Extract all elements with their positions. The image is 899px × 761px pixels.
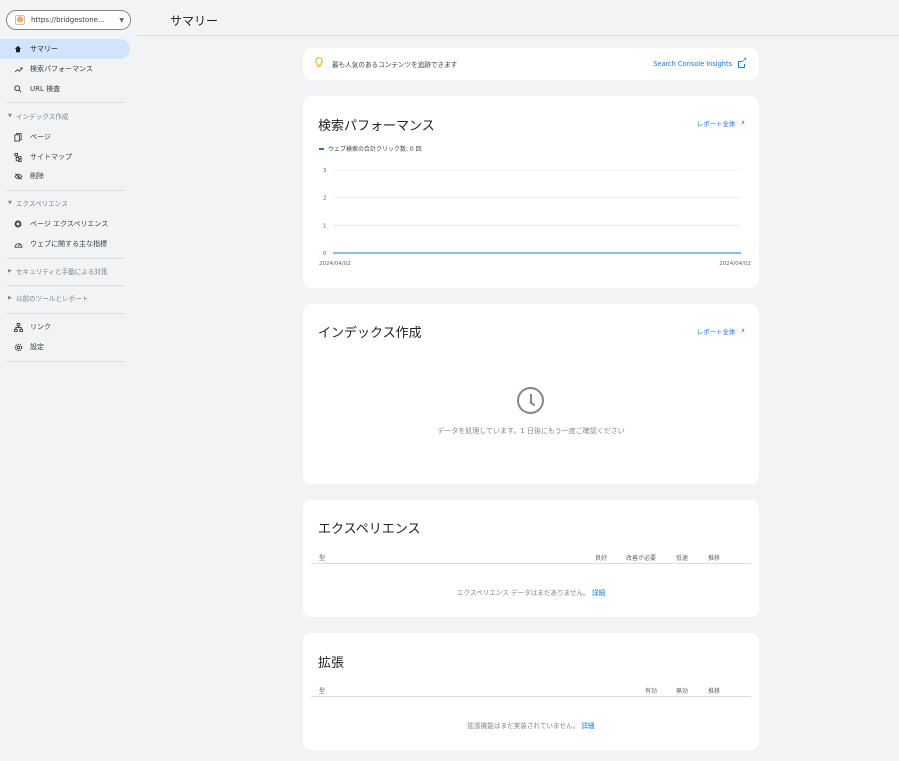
sidebar-divider [6,258,125,259]
sidebar-item-label: ウェブに関する主な指標 [30,240,107,248]
sitemap-icon [13,152,23,162]
sidebar: ☻ https://bridgestone... ▼ サマリー 検索パフォーマン… [0,0,137,761]
section-index[interactable]: ▼ インデックス作成 [0,109,125,123]
experience-title: エクスペリエンス [318,522,421,537]
sidebar-divider [6,190,125,191]
insights-link-label: Search Console Insights [653,60,732,68]
page-title: サマリー [170,14,219,28]
sidebar-item-core-web-vitals[interactable]: ウェブに関する主な指標 [0,234,130,254]
empty-message-text: 拡張機能はまだ実装されていません。 [467,722,580,730]
pages-icon [13,132,23,142]
column-header: 有効 [645,688,658,695]
settings-icon [13,343,23,352]
y-tick-label: 3 [323,168,327,174]
section-label: セキュリティと手動による対策 [15,268,108,276]
lightbulb-icon [315,57,323,71]
sidebar-item-url-inspection[interactable]: URL 検査 [0,79,130,99]
details-link[interactable]: 詳細 [592,589,605,597]
open-in-new-icon [738,57,747,68]
plus-circle-icon [13,220,23,228]
property-url: https://bridgestone... [31,16,105,24]
section-legacy[interactable]: ▶ 以前のツールとレポート [0,291,125,305]
sidebar-item-sitemaps[interactable]: サイトマップ [0,147,130,167]
eye-off-icon [13,172,23,180]
sidebar-item-links[interactable]: リンク [0,317,130,337]
home-icon [13,45,23,53]
column-header: 改善が必要 [626,555,657,562]
column-header: 無効 [676,688,689,695]
report-link-label: レポート全体 [696,327,736,336]
sidebar-divider [6,102,125,103]
sidebar-item-label: ページ エクスペリエンス [30,220,109,228]
sidebar-item-label: URL 検査 [30,85,61,93]
search-icon [13,85,23,93]
chevron-right-icon: ▶ [8,268,12,274]
sidebar-item-performance[interactable]: 検索パフォーマンス [0,59,130,79]
indexing-title: インデックス作成 [318,326,422,341]
section-security[interactable]: ▶ セキュリティと手動による対策 [0,264,125,278]
sidebar-item-summary[interactable]: サマリー [0,39,130,59]
sidebar-divider [6,313,125,314]
sidebar-divider [6,285,125,286]
column-header: 型 [319,555,326,562]
sidebar-item-label: サマリー [30,45,58,53]
chevron-down-icon: ▼ [8,113,12,119]
search-console-insights-link[interactable]: Search Console Insights [653,57,747,69]
enhancements-title: 拡張 [318,656,345,671]
sidebar-item-label: リンク [30,323,51,331]
y-tick-label: 0 [323,251,327,257]
y-tick-label: 1 [323,223,327,229]
experience-table-header: 型 良好 改善が必要 低速 推移 [311,550,751,564]
section-experience[interactable]: ▼ エクスペリエンス [0,196,125,210]
performance-chart: 3 2 1 0 2024/04/02 2024/04/02 [319,168,751,267]
links-icon [13,322,23,332]
column-header: 型 [319,688,326,695]
column-header: 推移 [708,555,721,562]
x-tick-label: 2024/04/02 [319,261,351,267]
section-label: 以前のツールとレポート [15,295,89,303]
insights-message: 最も人気のあるコンテンツを追跡できます [332,61,458,69]
chevron-right-icon: › [741,326,745,336]
sidebar-item-removals[interactable]: 削除 [0,166,130,186]
sidebar-divider [6,361,125,362]
sidebar-item-settings[interactable]: 設定 [0,337,130,357]
sidebar-item-label: サイトマップ [30,153,72,161]
details-link[interactable]: 詳細 [581,722,594,730]
experience-empty-message: エクスペリエンス データはまだありません。 詳細 [303,587,759,597]
section-label: エクスペリエンス [15,200,68,208]
sidebar-item-pages[interactable]: ページ [0,127,130,147]
column-header: 推移 [708,688,721,695]
chevron-right-icon: ▶ [8,295,12,301]
sidebar-item-label: 削除 [30,172,44,180]
y-tick-label: 2 [323,196,327,202]
experience-card: エクスペリエンス 型 良好 改善が必要 低速 推移 エクスペリエンス データはま… [303,500,759,617]
trending-up-icon [13,66,23,73]
chevron-down-icon: ▼ [119,16,124,24]
performance-card: 検索パフォーマンス レポート全体 › ウェブ検索の合計クリック数: 0 回 32… [303,96,759,288]
sidebar-item-label: 検索パフォーマンス [30,65,93,73]
x-tick-label: 2024/04/02 [719,261,751,267]
sidebar-item-label: ページ [30,133,51,141]
column-header: 良好 [595,555,608,562]
property-selector[interactable]: ☻ https://bridgestone... ▼ [6,10,131,30]
header-divider [137,35,899,36]
section-label: インデックス作成 [15,113,69,121]
speed-gauge-icon [13,241,23,248]
clock-icon [517,387,544,414]
enhancements-card: 拡張 型 有効 無効 推移 拡張機能はまだ実装されていません。 詳細 [303,633,759,750]
sidebar-item-label: 設定 [30,343,44,351]
indexing-report-link[interactable]: レポート全体 › [697,326,745,336]
chevron-down-icon: ▼ [8,200,12,206]
property-icon: ☻ [15,15,25,25]
insights-card: 最も人気のあるコンテンツを追跡できます Search Console Insig… [303,48,759,80]
enhancements-table-header: 型 有効 無効 推移 [311,683,751,697]
empty-message-text: エクスペリエンス データはまだありません。 [456,589,590,597]
indexing-card: インデックス作成 レポート全体 › データを処理しています。1 日後にもう一度ご… [303,304,759,484]
processing-message: データを処理しています。1 日後にもう一度ご確認ください [437,427,625,435]
column-header: 低速 [676,555,689,562]
sidebar-item-page-experience[interactable]: ページ エクスペリエンス [0,214,130,234]
enhancements-empty-message: 拡張機能はまだ実装されていません。 詳細 [303,720,759,730]
